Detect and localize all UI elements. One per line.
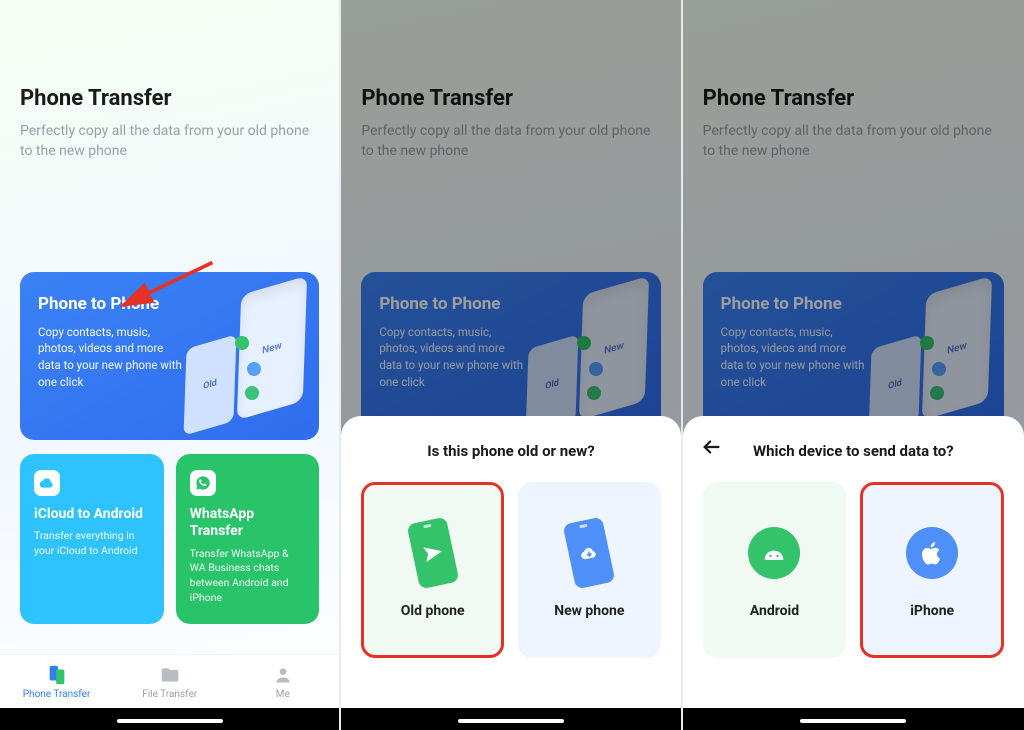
card-phone-to-phone[interactable]: Phone to Phone Copy contacts, music, pho… — [20, 272, 319, 440]
whatsapp-icon — [190, 470, 216, 496]
transfer-dot-icon — [589, 362, 603, 376]
tab-file-transfer[interactable]: File Transfer — [113, 655, 226, 708]
phone-illustration: New Old — [527, 290, 647, 420]
choice-new-phone-label: New phone — [554, 603, 624, 619]
screenshot-panel-3: Phone Transfer Perfectly copy all the da… — [683, 0, 1024, 730]
choice-iphone-label: iPhone — [910, 603, 954, 619]
choice-new-phone[interactable]: New phone — [518, 482, 661, 658]
card-whatsapp-title: WhatsApp Transfer — [190, 506, 306, 541]
tab-phone-transfer-label: Phone Transfer — [23, 689, 91, 700]
card-phone-to-phone[interactable]: Phone to Phone Copy contacts, music, pho… — [703, 272, 1004, 440]
page-subtitle: Perfectly copy all the data from your ol… — [361, 121, 660, 162]
page-subtitle: Perfectly copy all the data from your ol… — [20, 121, 319, 162]
page-subtitle: Perfectly copy all the data from your ol… — [703, 121, 1004, 162]
back-arrow-icon — [701, 436, 723, 458]
card-whatsapp-desc: Transfer WhatsApp & WA Business chats be… — [190, 547, 306, 606]
choice-android[interactable]: Android — [703, 482, 847, 658]
tab-file-transfer-label: File Transfer — [142, 689, 197, 700]
page-title: Phone Transfer — [20, 86, 319, 111]
sheet-title: Is this phone old or new? — [361, 442, 660, 460]
transfer-dot-icon — [235, 336, 249, 350]
phone-illustration: New Old — [185, 290, 305, 420]
card-phone-to-phone-desc: Copy contacts, music, photos, videos and… — [38, 324, 188, 391]
phone-old-icon: Old — [184, 334, 237, 435]
back-button[interactable] — [699, 434, 725, 460]
card-whatsapp-transfer[interactable]: WhatsApp Transfer Transfer WhatsApp & WA… — [176, 454, 320, 624]
choice-iphone[interactable]: iPhone — [860, 482, 1004, 658]
screenshot-panel-2: Phone Transfer Perfectly copy all the da… — [341, 0, 682, 730]
phone-illustration: New Old — [870, 290, 990, 420]
choice-old-phone[interactable]: Old phone — [361, 482, 504, 658]
card-icloud-title: iCloud to Android — [34, 506, 150, 524]
transfer-dot-icon — [245, 386, 259, 400]
sheet-target-device: Which device to send data to? Android — [683, 416, 1024, 708]
cloud-icon — [34, 470, 60, 496]
page-title: Phone Transfer — [361, 86, 660, 111]
screenshot-panel-1: Phone Transfer Perfectly copy all the da… — [0, 0, 341, 730]
card-icloud-to-android[interactable]: iCloud to Android Transfer everything in… — [20, 454, 164, 624]
apple-icon — [900, 521, 964, 585]
transfer-dot-icon — [577, 336, 591, 350]
sheet-old-or-new: Is this phone old or new? Old phone — [341, 416, 680, 708]
android-nav-bar — [683, 708, 1024, 730]
bottom-tab-bar: Phone Transfer File Transfer Me — [0, 654, 339, 708]
transfer-dot-icon — [920, 336, 934, 350]
file-transfer-tab-icon — [159, 664, 181, 686]
choice-android-label: Android — [750, 603, 799, 619]
sheet-title: Which device to send data to? — [703, 442, 1004, 460]
transfer-dot-icon — [930, 386, 944, 400]
android-icon — [742, 521, 806, 585]
transfer-dot-icon — [932, 362, 946, 376]
transfer-dot-icon — [247, 362, 261, 376]
android-nav-bar — [0, 708, 339, 730]
tab-phone-transfer[interactable]: Phone Transfer — [0, 655, 113, 708]
old-phone-icon — [401, 521, 465, 585]
card-phone-to-phone-desc: Copy contacts, music, photos, videos and… — [379, 324, 529, 391]
card-phone-to-phone[interactable]: Phone to Phone Copy contacts, music, pho… — [361, 272, 660, 440]
phone-transfer-tab-icon — [46, 664, 68, 686]
choice-old-phone-label: Old phone — [401, 603, 465, 619]
new-phone-icon — [557, 521, 621, 585]
me-tab-icon — [272, 664, 294, 686]
card-icloud-desc: Transfer everything in your iCloud to An… — [34, 529, 150, 558]
tab-me-label: Me — [276, 689, 290, 700]
page-title: Phone Transfer — [703, 86, 1004, 111]
android-nav-bar — [341, 708, 680, 730]
tab-me[interactable]: Me — [226, 655, 339, 708]
transfer-dot-icon — [587, 386, 601, 400]
card-phone-to-phone-desc: Copy contacts, music, photos, videos and… — [721, 324, 871, 391]
